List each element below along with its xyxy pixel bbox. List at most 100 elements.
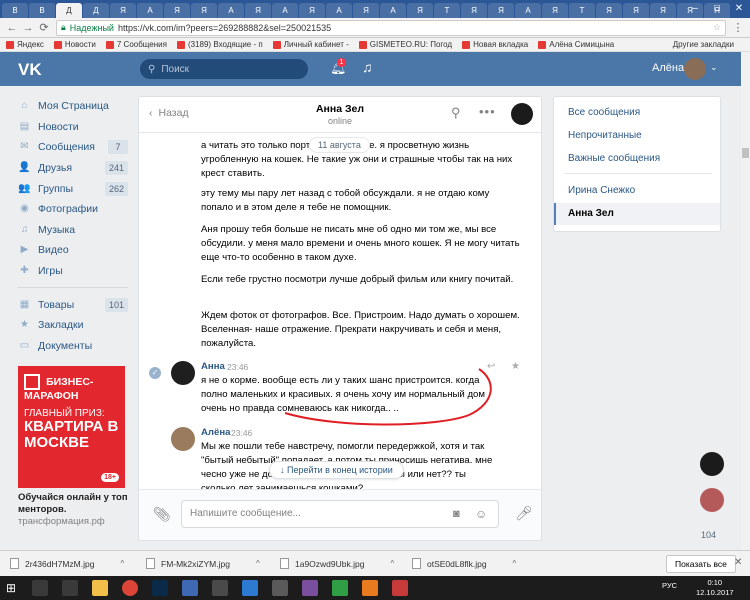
url-field[interactable]: 🔒︎ Надежный https://vk.com/im?peers=2692… — [56, 19, 726, 36]
browser-tab[interactable]: Я — [623, 3, 649, 18]
page-scrollbar[interactable] — [741, 52, 750, 550]
chevron-up-icon[interactable]: ^ — [390, 559, 394, 568]
browser-tab[interactable]: А — [137, 3, 163, 18]
app-icon[interactable] — [242, 580, 258, 596]
close-icon[interactable]: ✕ — [734, 557, 742, 568]
message-author[interactable]: Алёна — [201, 427, 231, 438]
app-icon[interactable] — [212, 580, 228, 596]
camera-icon[interactable]: ◙ — [453, 508, 460, 520]
checkmark-icon[interactable]: ✓ — [149, 367, 161, 379]
chevron-up-icon[interactable]: ^ — [256, 559, 260, 568]
sidebar-item[interactable]: ▦ Товары 101 — [18, 294, 128, 315]
avatar[interactable] — [684, 58, 706, 80]
browser-tab[interactable]: Я — [596, 3, 622, 18]
paperclip-icon[interactable]: 📎︎ — [153, 506, 171, 523]
star-icon[interactable]: ★ — [511, 361, 520, 372]
chevron-up-icon[interactable]: ^ — [513, 559, 517, 568]
show-all-downloads-button[interactable]: Показать все — [666, 555, 736, 573]
file-explorer-icon[interactable] — [92, 580, 108, 596]
avatar[interactable] — [171, 361, 195, 385]
message-history[interactable]: а читать это только портит настроение. я… — [139, 133, 541, 489]
browser-tab[interactable]: Я — [353, 3, 379, 18]
sidebar-item[interactable]: ✚ Игры — [18, 261, 128, 282]
task-view-icon[interactable] — [62, 580, 78, 596]
forward-arrow-icon[interactable]: → — [20, 22, 36, 34]
browser-tab[interactable]: T — [434, 3, 460, 18]
app-icon[interactable] — [272, 580, 288, 596]
app-icon[interactable] — [332, 580, 348, 596]
browser-tab[interactable]: Я — [461, 3, 487, 18]
scrollbar-thumb[interactable] — [742, 148, 749, 158]
browser-tab[interactable]: Я — [650, 3, 676, 18]
peer-avatar[interactable] — [511, 103, 533, 125]
maximize-icon[interactable]: □ — [706, 0, 728, 18]
browser-tab[interactable]: Я — [488, 3, 514, 18]
app-icon[interactable] — [302, 580, 318, 596]
contact-item[interactable]: Ирина Снежко — [568, 185, 635, 196]
bookmark-item[interactable]: 7 Сообщения — [105, 40, 167, 49]
bookmark-item[interactable]: Яндекс — [6, 40, 44, 49]
filter-all[interactable]: Все сообщения — [568, 107, 640, 118]
chevron-down-icon[interactable]: ⌄ — [710, 62, 718, 73]
chevron-up-icon[interactable]: ^ — [120, 559, 124, 568]
other-bookmarks[interactable]: Другие закладки — [673, 40, 734, 49]
vk-logo[interactable]: VK — [18, 60, 42, 80]
browser-tab[interactable]: Я — [110, 3, 136, 18]
browser-tab[interactable]: Я — [299, 3, 325, 18]
sidebar-item[interactable]: ★ Закладки — [18, 315, 128, 336]
sidebar-item[interactable]: 👥 Группы 262 — [18, 178, 128, 199]
smile-icon[interactable]: ☺ — [475, 507, 487, 521]
search-input[interactable]: ⚲ Поиск — [140, 59, 308, 79]
sidebar-item[interactable]: 👤 Друзья 241 — [18, 158, 128, 179]
browser-tab[interactable]: Д — [56, 3, 82, 18]
windows-start-icon[interactable]: ⊞ — [6, 581, 16, 595]
sidebar-item[interactable]: ♫ Музыка — [18, 220, 128, 241]
download-item[interactable]: FM-Mk2xiZYM.jpg ^ — [146, 558, 260, 569]
message-anna[interactable]: ✓ Анна 23:46 ↩ ★ я не о корме. вообще ес… — [149, 361, 534, 415]
bookmark-item[interactable]: Алёна Симицына — [538, 40, 614, 49]
browser-tab[interactable]: Я — [164, 3, 190, 18]
sidebar-item[interactable]: ▭ Документы — [18, 336, 128, 357]
contact-item-active[interactable]: Анна Зел — [554, 203, 720, 225]
download-item[interactable]: 1a9Ozwd9Ubk.jpg ^ — [280, 558, 394, 569]
language-indicator[interactable]: РУС — [662, 581, 677, 590]
bookmark-item[interactable]: Личный кабинет - — [272, 40, 349, 49]
bookmark-item[interactable]: GISMETEO.RU: Погод — [358, 40, 452, 49]
photoshop-icon[interactable] — [152, 580, 168, 596]
ad-caption-block[interactable]: Обучайся онлайн у топ менторов. трансфор… — [18, 492, 138, 528]
browser-tab[interactable]: A — [272, 3, 298, 18]
browser-tab[interactable]: Д — [83, 3, 109, 18]
user-name[interactable]: Алёна — [652, 62, 684, 74]
browser-tab[interactable]: T — [569, 3, 595, 18]
menu-dots-icon[interactable]: ⋮ — [730, 21, 746, 34]
browser-tab[interactable]: В — [29, 3, 55, 18]
bookmark-item[interactable]: Новая вкладка — [462, 40, 528, 49]
browser-tab[interactable]: Я — [245, 3, 271, 18]
app-icon[interactable] — [392, 580, 408, 596]
word-icon[interactable] — [182, 580, 198, 596]
sidebar-item[interactable]: ◉ Фотографии — [18, 199, 128, 220]
bookmark-item[interactable]: Новости — [53, 40, 96, 49]
bookmark-star-icon[interactable]: ☆ — [713, 22, 721, 33]
filter-important[interactable]: Важные сообщения — [568, 153, 660, 164]
search-icon[interactable]: ⚲ — [451, 105, 461, 121]
app-icon[interactable] — [362, 580, 378, 596]
filter-unread[interactable]: Непрочитанные — [568, 130, 642, 141]
reply-icon[interactable]: ↩ — [487, 361, 495, 372]
close-icon[interactable]: ✕ — [728, 0, 750, 18]
reload-icon[interactable]: ⟳ — [36, 21, 52, 34]
download-item[interactable]: 2r436dH7MzM.jpg ^ — [10, 558, 124, 569]
browser-tab[interactable]: A — [218, 3, 244, 18]
browser-tab[interactable]: В — [2, 3, 28, 18]
avatar[interactable] — [700, 488, 724, 512]
scroll-to-end-button[interactable]: ↓ Перейти в конец истории — [269, 461, 404, 479]
browser-tab[interactable]: A — [326, 3, 352, 18]
avatar[interactable] — [700, 452, 724, 476]
ad-banner[interactable]: БИЗНЕС-МАРАФОН ГЛАВНЫЙ ПРИЗ: КВАРТИРА В … — [18, 366, 125, 488]
browser-tab[interactable]: A — [515, 3, 541, 18]
avatar[interactable] — [171, 427, 195, 451]
search-icon[interactable] — [32, 580, 48, 596]
clock[interactable]: 0:10 12.10.2017 — [696, 578, 734, 598]
more-icon[interactable]: ••• — [479, 104, 496, 119]
sidebar-item[interactable]: ✉ Сообщения 7 — [18, 137, 128, 158]
